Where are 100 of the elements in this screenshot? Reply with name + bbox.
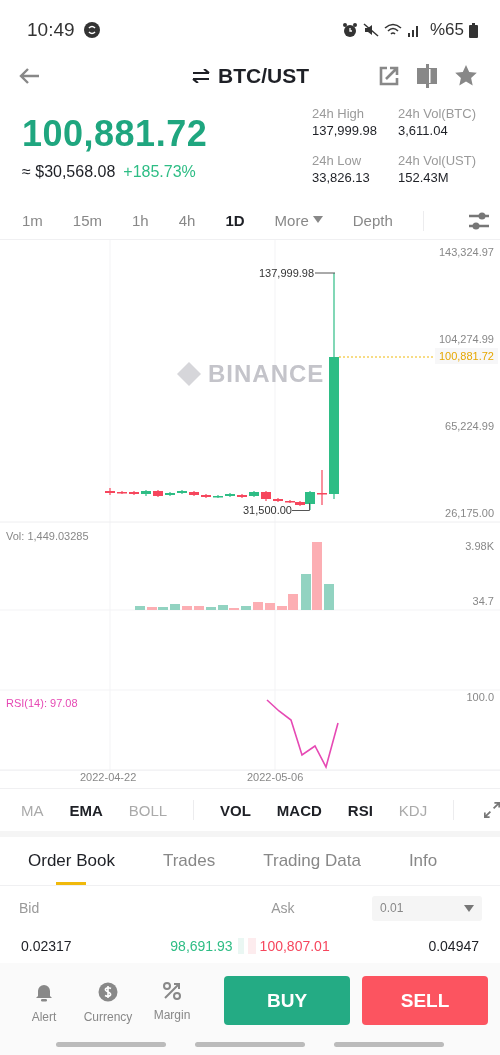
indicator-toggle[interactable]: MACD [276,801,322,819]
date-label: 2022-04-22 [80,771,137,783]
ask-header: Ask [271,900,295,916]
expand-icon[interactable] [484,800,500,820]
alarm-icon [341,22,358,38]
bid-amount: 0.02317 [21,938,72,954]
indicator-toggle[interactable]: KDJ [398,801,428,819]
volume-label: Vol: 1,449.03285 [6,530,89,542]
fiat-price: ≈ $30,568.08 [22,163,116,181]
candle [129,490,139,496]
axis-label: 3.98K [465,540,494,552]
split-view-icon[interactable] [416,64,438,88]
battery-icon [469,22,478,38]
mute-icon [362,22,379,38]
pair-title[interactable]: BTC/UST [218,64,309,88]
low-price-label: 31,500.00 [243,504,292,516]
volume-bar [241,606,251,610]
price-change: +185.73% [123,163,196,181]
axis-label: 26,175.00 [445,507,494,519]
candle [165,491,175,497]
stat-value: 137,999.98 [312,122,379,139]
candle [177,489,187,495]
candle [249,490,259,498]
candle [273,497,283,503]
indicator-toggle[interactable]: BOLL [128,801,168,819]
volume-bar [206,607,216,610]
trade-button[interactable]: SELL [362,976,488,1025]
trade-button[interactable]: BUY [224,976,350,1025]
last-price: 100,881.72 [22,113,209,155]
stat-label: 24h Vol(BTC) [398,105,478,122]
share-icon[interactable] [378,65,400,87]
action-button[interactable]: Currency [78,976,138,1024]
section-tab[interactable]: Info [408,837,438,885]
precision-dropdown[interactable]: 0.01 [372,895,482,921]
candle [213,494,223,499]
interval-tab[interactable]: More [274,212,323,229]
volume-bar [253,602,263,610]
stat-value: 152.43M [398,169,450,186]
caret-icon [464,904,474,912]
stat-label: 24h High [312,105,366,122]
volume-bar [182,606,192,610]
dollar-icon [98,982,118,1002]
candle [317,469,327,506]
swap-icon[interactable] [192,69,210,83]
candle [237,493,247,499]
settings-icon[interactable] [467,210,490,231]
candle [225,492,235,498]
back-arrow-icon[interactable] [18,67,40,85]
stat-value: 3,611.04 [398,122,449,139]
leader-line [315,272,335,274]
bid-header: Bid [19,900,40,916]
interval-tab[interactable]: 4h [178,212,196,229]
volume-bar [265,603,275,610]
indicator-toggle[interactable]: RSI [347,801,373,819]
axis-label: 104,274.99 [438,333,494,345]
volume-bar [170,604,180,610]
indicator-toggle[interactable]: VOL [220,801,251,819]
interval-tab[interactable]: 1h [132,212,149,229]
date-label: 2022-05-06 [247,771,304,783]
axis-label: 34.7 [472,595,494,607]
axis-label: 65,224.99 [445,420,494,432]
percent-icon [163,982,181,1000]
candle [117,490,127,495]
leader-line [292,503,310,511]
stat-value: 33,826.13 [312,169,371,186]
stat-label: 24h Vol(UST) [398,152,478,169]
interval-tab[interactable]: 15m [72,212,103,229]
candle [201,493,211,499]
section-tab[interactable]: Order Book [28,837,115,885]
volume-bar [194,606,204,610]
candle [189,490,199,497]
axis-label: 100.0 [466,691,494,703]
candle [261,490,271,502]
caret-icon [312,216,323,223]
diamond-logo-icon [176,361,202,387]
action-button[interactable]: Margin [142,976,202,1024]
high-price-label: 137,999.98 [259,267,315,279]
current-price-tag: 100,881.72 [434,348,498,364]
battery-level: %65 [429,20,464,40]
interval-tab[interactable]: 1D [225,212,245,229]
watermark-text: BINANCE [208,360,325,388]
action-button[interactable]: Alert [14,976,74,1024]
ask-price: 100,807.01 [247,938,330,954]
interval-tab[interactable]: 1m [22,212,43,229]
star-icon[interactable] [454,64,478,88]
bell-icon [35,982,53,1002]
volume-bar [135,606,145,610]
candle [105,487,115,496]
interval-tab[interactable]: Depth [352,212,393,229]
stat-label: 24h Low [312,152,363,169]
indicator-toggle[interactable]: EMA [69,801,103,819]
ask-amount: 0.04947 [428,938,479,954]
section-tab[interactable]: Trading Data [263,837,361,885]
bid-price: 98,691.93 [170,938,244,954]
candle [141,489,151,497]
rsi-label: RSI(14): 97.08 [6,697,78,709]
axis-label: 143,324.97 [438,246,494,258]
app-notification-icon [83,22,100,38]
indicator-toggle[interactable]: MA [21,801,44,819]
section-tab[interactable]: Trades [162,837,216,885]
